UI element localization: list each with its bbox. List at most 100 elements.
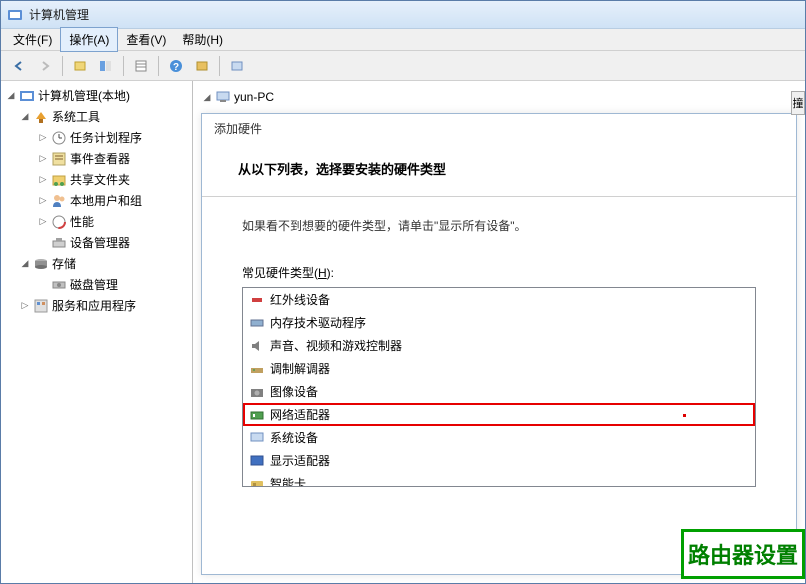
wizard-body: 如果看不到想要的硬件类型，请单击"显示所有设备"。 常见硬件类型(H): 红外线… xyxy=(202,197,796,507)
tree-label[interactable]: 服务和应用程序 xyxy=(52,297,136,314)
hw-smartcard[interactable]: 智能卡 xyxy=(243,472,755,487)
shared-folders-icon xyxy=(51,172,67,188)
computer-management-window: 计算机管理 文件(F) 操作(A) 查看(V) 帮助(H) ? ◢ 计算机管理(… xyxy=(0,0,806,584)
tree-label[interactable]: 共享文件夹 xyxy=(70,171,130,188)
tree-system-tools[interactable]: ◢ 系统工具 xyxy=(3,106,190,127)
menu-action[interactable]: 操作(A) xyxy=(60,27,118,52)
expand-toggle[interactable]: ◢ xyxy=(5,90,17,102)
tree-performance[interactable]: ▷ 性能 xyxy=(3,211,190,232)
hw-label: 声音、视频和游戏控制器 xyxy=(270,337,402,354)
tree-shared-folders[interactable]: ▷ 共享文件夹 xyxy=(3,169,190,190)
hw-memory-tech-driver[interactable]: 内存技术驱动程序 xyxy=(243,311,755,334)
hw-sound-video-game[interactable]: 声音、视频和游戏控制器 xyxy=(243,334,755,357)
toolbar-back[interactable] xyxy=(7,54,31,78)
main-panel: ◢ yun-PC 添加硬件 从以下列表，选择要安装的硬件类型 如果看不到想要的硬… xyxy=(193,81,805,583)
router-settings-overlay: 路由器设置 xyxy=(681,529,805,579)
users-icon xyxy=(51,193,67,209)
tree-label[interactable]: 设备管理器 xyxy=(70,234,130,251)
expand-toggle[interactable]: ◢ xyxy=(19,111,31,123)
toolbar-scan[interactable] xyxy=(225,54,249,78)
hw-label: 调制解调器 xyxy=(270,360,330,377)
toolbar-details[interactable] xyxy=(129,54,153,78)
toolbar-sep xyxy=(62,56,63,76)
hw-label: 显示适配器 xyxy=(270,452,330,469)
tree-event-viewer[interactable]: ▷ 事件查看器 xyxy=(3,148,190,169)
toolbar-sep xyxy=(219,56,220,76)
tree-disk-management[interactable]: 磁盘管理 xyxy=(3,274,190,295)
hw-label: 红外线设备 xyxy=(270,291,330,308)
hw-label: 智能卡 xyxy=(270,475,306,487)
expand-toggle[interactable]: ▷ xyxy=(37,153,49,165)
hardware-types-list[interactable]: 红外线设备 内存技术驱动程序 声音、视频和游戏控制器 调制解调器 xyxy=(242,287,756,487)
expand-toggle[interactable]: ▷ xyxy=(37,216,49,228)
hw-display-adapter[interactable]: 显示适配器 xyxy=(243,449,755,472)
hw-label: 内存技术驱动程序 xyxy=(270,314,366,331)
tree-label[interactable]: 性能 xyxy=(70,213,94,230)
hw-label: 网络适配器 xyxy=(270,406,330,423)
navigation-tree[interactable]: ◢ 计算机管理(本地) ◢ 系统工具 ▷ 任务计划程序 ▷ 事件查看器 ▷ xyxy=(1,81,193,583)
camera-icon xyxy=(249,384,265,400)
computer-icon xyxy=(215,89,231,105)
expand-toggle[interactable]: ▷ xyxy=(37,174,49,186)
hw-infrared[interactable]: 红外线设备 xyxy=(243,288,755,311)
toolbar-show-hide[interactable] xyxy=(94,54,118,78)
disk-icon xyxy=(51,277,67,293)
tree-label[interactable]: 计算机管理(本地) xyxy=(38,87,130,104)
toolbar-up[interactable] xyxy=(68,54,92,78)
event-viewer-icon xyxy=(51,151,67,167)
toolbar-forward[interactable] xyxy=(33,54,57,78)
tree-storage[interactable]: ◢ 存储 xyxy=(3,253,190,274)
content-area: ◢ 计算机管理(本地) ◢ 系统工具 ▷ 任务计划程序 ▷ 事件查看器 ▷ xyxy=(1,81,805,583)
wizard-hint: 如果看不到想要的硬件类型，请单击"显示所有设备"。 xyxy=(242,217,756,234)
expand-toggle[interactable]: ◢ xyxy=(19,258,31,270)
svg-text:?: ? xyxy=(173,62,179,73)
menu-help[interactable]: 帮助(H) xyxy=(174,28,231,51)
hw-label: 图像设备 xyxy=(270,383,318,400)
memory-icon xyxy=(249,315,265,331)
expand-toggle[interactable]: ◢ xyxy=(201,91,213,103)
tree-services-apps[interactable]: ▷ 服务和应用程序 xyxy=(3,295,190,316)
tree-label[interactable]: 系统工具 xyxy=(52,108,100,125)
hw-network-adapter[interactable]: 网络适配器 xyxy=(243,403,755,426)
speaker-icon xyxy=(249,338,265,354)
display-adapter-icon xyxy=(249,453,265,469)
clock-icon xyxy=(51,130,67,146)
menubar: 文件(F) 操作(A) 查看(V) 帮助(H) xyxy=(1,29,805,51)
tree-label[interactable]: 事件查看器 xyxy=(70,150,130,167)
expand-toggle[interactable]: ▷ xyxy=(19,300,31,312)
menu-view[interactable]: 查看(V) xyxy=(118,28,174,51)
infrared-icon xyxy=(249,292,265,308)
hw-imaging[interactable]: 图像设备 xyxy=(243,380,755,403)
system-device-icon xyxy=(249,430,265,446)
right-panel-toggle[interactable]: 撞 xyxy=(791,91,805,115)
toolbar-help[interactable]: ? xyxy=(164,54,188,78)
device-root-node[interactable]: ◢ yun-PC xyxy=(197,85,801,109)
toolbar-sep xyxy=(123,56,124,76)
hw-modem[interactable]: 调制解调器 xyxy=(243,357,755,380)
services-icon xyxy=(33,298,49,314)
hw-system-devices[interactable]: 系统设备 xyxy=(243,426,755,449)
hardware-list-label: 常见硬件类型(H): xyxy=(242,264,756,281)
device-root-label: yun-PC xyxy=(234,90,274,104)
tree-label[interactable]: 存储 xyxy=(52,255,76,272)
wizard-title: 添加硬件 xyxy=(202,114,796,143)
red-dot-marker xyxy=(683,414,686,417)
performance-icon xyxy=(51,214,67,230)
tree-local-users[interactable]: ▷ 本地用户和组 xyxy=(3,190,190,211)
tree-device-manager[interactable]: 设备管理器 xyxy=(3,232,190,253)
expand-toggle[interactable]: ▷ xyxy=(37,132,49,144)
add-hardware-wizard: 添加硬件 从以下列表，选择要安装的硬件类型 如果看不到想要的硬件类型，请单击"显… xyxy=(201,113,797,575)
wizard-header-text: 从以下列表，选择要安装的硬件类型 xyxy=(238,159,772,178)
tree-task-scheduler[interactable]: ▷ 任务计划程序 xyxy=(3,127,190,148)
titlebar[interactable]: 计算机管理 xyxy=(1,1,805,29)
toolbar-properties[interactable] xyxy=(190,54,214,78)
menu-file[interactable]: 文件(F) xyxy=(5,28,60,51)
tree-root[interactable]: ◢ 计算机管理(本地) xyxy=(3,85,190,106)
toolbar-sep xyxy=(158,56,159,76)
tree-label[interactable]: 磁盘管理 xyxy=(70,276,118,293)
network-adapter-icon xyxy=(249,407,265,423)
titlebar-text: 计算机管理 xyxy=(29,6,89,23)
tree-label[interactable]: 本地用户和组 xyxy=(70,192,142,209)
tree-label[interactable]: 任务计划程序 xyxy=(70,129,142,146)
expand-toggle[interactable]: ▷ xyxy=(37,195,49,207)
